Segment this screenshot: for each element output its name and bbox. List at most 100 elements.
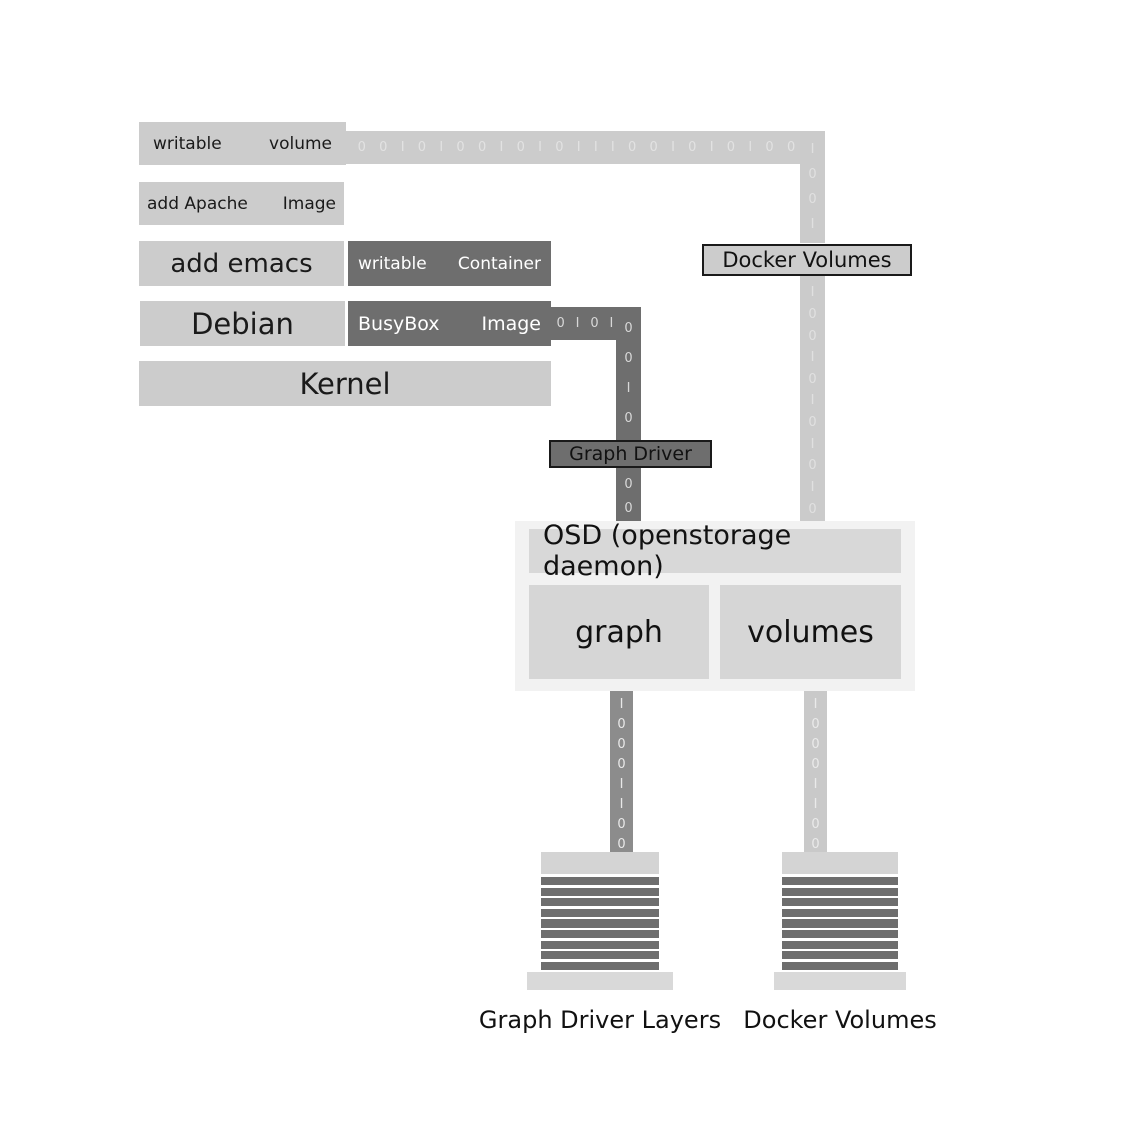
image-layer-row-add-apache[interactable]: add Apache Image bbox=[139, 182, 344, 225]
binary-digit: 0 bbox=[624, 476, 633, 492]
binary-digit: I bbox=[810, 217, 815, 232]
disk-stack-layer bbox=[782, 940, 898, 949]
binary-digit: I bbox=[810, 350, 815, 366]
image-layer-left-label: Kernel bbox=[299, 366, 391, 401]
binary-digit: 0 bbox=[417, 140, 427, 155]
disk-stack-volumes-caption: Docker Volumes bbox=[690, 1006, 990, 1034]
osd-panel: OSD (openstorage daemon) graph volumes bbox=[515, 520, 915, 691]
disk-stack-layer bbox=[541, 951, 659, 960]
binary-stream-osd-to-graph-stack: I000II00 bbox=[610, 690, 633, 858]
binary-digit: 0 bbox=[617, 836, 626, 852]
binary-digit: 0 bbox=[624, 350, 633, 366]
binary-digit: 0 bbox=[688, 140, 697, 155]
disk-stack-layer bbox=[541, 919, 659, 928]
binary-digit: I bbox=[813, 776, 818, 792]
binary-digit: 0 bbox=[624, 500, 633, 516]
binary-digit: I bbox=[439, 140, 444, 155]
binary-digit: 0 bbox=[556, 316, 565, 331]
binary-digit: I bbox=[810, 393, 815, 409]
image-layer-row-add-emacs[interactable]: add emacs bbox=[139, 241, 344, 286]
binary-digit: 0 bbox=[765, 140, 774, 155]
binary-digit: I bbox=[609, 316, 614, 331]
binary-digit: I bbox=[538, 140, 542, 155]
binary-digit: 0 bbox=[808, 415, 817, 431]
binary-digit: 0 bbox=[649, 140, 658, 155]
binary-digit: I bbox=[810, 142, 815, 157]
binary-digit: 0 bbox=[808, 192, 817, 207]
binary-digit: 0 bbox=[811, 836, 820, 852]
binary-digit: I bbox=[610, 140, 615, 155]
container-layer-row-writable-container[interactable]: writable Container bbox=[348, 241, 551, 286]
callout-docker-volumes[interactable]: Docker Volumes bbox=[702, 244, 912, 276]
image-layer-row-writable-volume[interactable]: writable volume bbox=[139, 122, 346, 165]
disk-stack-layer bbox=[541, 908, 659, 917]
disk-stack-layer bbox=[541, 898, 659, 907]
binary-digit: I bbox=[810, 479, 815, 495]
binary-digit: I bbox=[576, 140, 581, 155]
binary-digit: 0 bbox=[617, 736, 626, 752]
binary-digit: I bbox=[575, 316, 580, 331]
container-layer-row-busybox-image[interactable]: BusyBox Image bbox=[348, 301, 551, 346]
binary-digit: 0 bbox=[808, 501, 817, 517]
disk-stack-volumes-caption-label: Docker Volumes bbox=[743, 1006, 937, 1034]
disk-stack-layer bbox=[782, 898, 898, 907]
binary-digit: 0 bbox=[357, 140, 366, 155]
binary-digit: 0 bbox=[808, 167, 817, 182]
image-layer-left-label: writable bbox=[153, 133, 222, 154]
binary-digit: 0 bbox=[477, 140, 487, 155]
binary-digit: I bbox=[400, 140, 405, 155]
binary-digit: 0 bbox=[811, 816, 820, 832]
osd-module-graph-label: graph bbox=[575, 614, 663, 650]
binary-digit: 0 bbox=[624, 320, 633, 336]
callout-graph-driver[interactable]: Graph Driver bbox=[549, 440, 712, 468]
binary-digit: 0 bbox=[379, 140, 388, 155]
binary-stream-right-vertical-upper: I 0 0 I bbox=[800, 131, 825, 243]
osd-title-label: OSD (openstorage daemon) bbox=[543, 520, 792, 582]
disk-stack-docker-volumes[interactable] bbox=[774, 852, 906, 990]
diagram-canvas: 00I0I00I0I0III00I0I0I00I I00I I00I0I0I0I… bbox=[0, 0, 1124, 1124]
binary-stream-right-vertical-lower: I 0 0 I 0 I 0 I 0 I 0 bbox=[800, 276, 825, 526]
disk-stack-graph-driver-layers[interactable] bbox=[527, 852, 673, 990]
binary-digit: 0 bbox=[624, 411, 633, 427]
binary-digit: I bbox=[619, 776, 624, 792]
osd-module-volumes[interactable]: volumes bbox=[720, 585, 901, 679]
binary-digit: I bbox=[748, 140, 753, 155]
binary-digit: I bbox=[810, 285, 815, 301]
callout-docker-volumes-label: Docker Volumes bbox=[722, 248, 892, 272]
binary-digit: 0 bbox=[516, 140, 525, 155]
binary-digit: 0 bbox=[456, 140, 465, 155]
osd-module-volumes-label: volumes bbox=[747, 614, 874, 650]
binary-digit: 0 bbox=[617, 756, 626, 772]
disk-stack-layer bbox=[541, 877, 659, 886]
container-layer-left-label: writable bbox=[358, 253, 427, 274]
osd-module-graph[interactable]: graph bbox=[529, 585, 709, 679]
binary-digit: I bbox=[813, 796, 818, 812]
binary-digit: I bbox=[499, 140, 504, 155]
binary-digit: 0 bbox=[808, 458, 817, 474]
disk-stack-layer bbox=[782, 877, 898, 886]
disk-stack-layer bbox=[541, 887, 659, 896]
binary-digit: I bbox=[593, 140, 598, 155]
binary-digit: I bbox=[813, 696, 818, 712]
binary-digit: 0 bbox=[628, 140, 637, 155]
binary-digit: I bbox=[619, 796, 624, 812]
binary-digit: I bbox=[810, 436, 815, 452]
binary-stream-osd-to-volume-stack: I000II00 bbox=[804, 690, 827, 858]
disk-stack-layer bbox=[782, 930, 898, 939]
binary-digit: I bbox=[671, 140, 675, 155]
image-layer-row-debian[interactable]: Debian bbox=[140, 301, 345, 346]
disk-stack-base bbox=[774, 972, 906, 990]
binary-stream-graph-vertical-lower: 00 bbox=[616, 467, 641, 525]
callout-graph-driver-label: Graph Driver bbox=[569, 443, 692, 465]
binary-stream-graph-vertical-upper: 0 0 I 0 bbox=[616, 307, 641, 440]
image-layer-right-label: volume bbox=[269, 133, 332, 154]
image-layer-row-kernel[interactable]: Kernel bbox=[139, 361, 551, 406]
binary-digit: I bbox=[626, 381, 631, 397]
image-layer-left-label: add Apache bbox=[147, 193, 248, 214]
binary-digit: 0 bbox=[811, 756, 820, 772]
disk-stack-layer bbox=[782, 919, 898, 928]
container-layer-right-label: Image bbox=[481, 312, 541, 335]
binary-digit: 0 bbox=[590, 316, 599, 331]
binary-digit: 0 bbox=[555, 140, 564, 155]
image-layer-right-label: Image bbox=[282, 193, 336, 214]
